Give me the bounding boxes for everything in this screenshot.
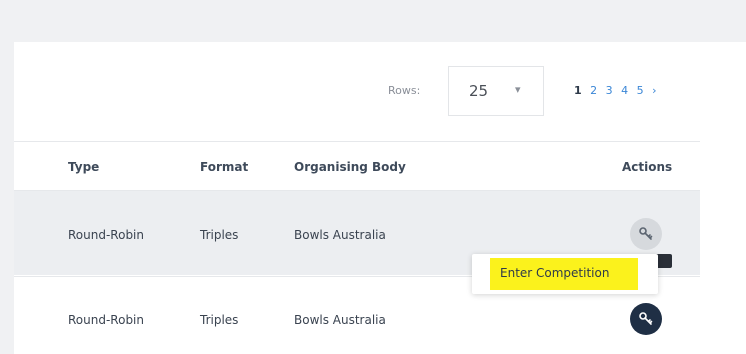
row-2-organising-body: Bowls Australia xyxy=(294,313,386,327)
column-header-type: Type xyxy=(68,160,100,174)
page-1-link[interactable]: 1 xyxy=(574,84,582,97)
caret-down-icon: ▾ xyxy=(515,83,521,96)
tooltip-text: Enter Competition xyxy=(500,266,610,280)
header-divider xyxy=(14,141,700,142)
row-1-type: Round-Robin xyxy=(68,228,144,242)
rows-per-page-value: 25 xyxy=(469,82,489,100)
enter-competition-tooltip: Enter Competition xyxy=(472,254,658,294)
column-header-organising-body: Organising Body xyxy=(294,160,406,174)
row-1-organising-body: Bowls Australia xyxy=(294,228,386,242)
row-2-enter-competition-button[interactable] xyxy=(630,303,662,335)
page-2-link[interactable]: 2 xyxy=(590,84,597,97)
page-5-link[interactable]: 5 xyxy=(637,84,644,97)
rows-label: Rows: xyxy=(388,84,421,97)
next-page-link[interactable]: › xyxy=(652,84,656,97)
page-3-link[interactable]: 3 xyxy=(606,84,613,97)
row-1-format: Triples xyxy=(200,228,239,242)
column-header-actions: Actions xyxy=(622,160,673,174)
key-icon xyxy=(639,227,653,240)
row-1-enter-competition-button[interactable] xyxy=(630,218,662,250)
key-icon xyxy=(639,312,653,325)
rows-per-page-select[interactable]: 25 ▾ xyxy=(448,66,544,116)
row-2-format: Triples xyxy=(200,313,239,327)
pagination: 1 2 3 4 5 › xyxy=(574,84,662,97)
page-4-link[interactable]: 4 xyxy=(621,84,628,97)
column-header-format: Format xyxy=(200,160,249,174)
row-2-type: Round-Robin xyxy=(68,313,144,327)
